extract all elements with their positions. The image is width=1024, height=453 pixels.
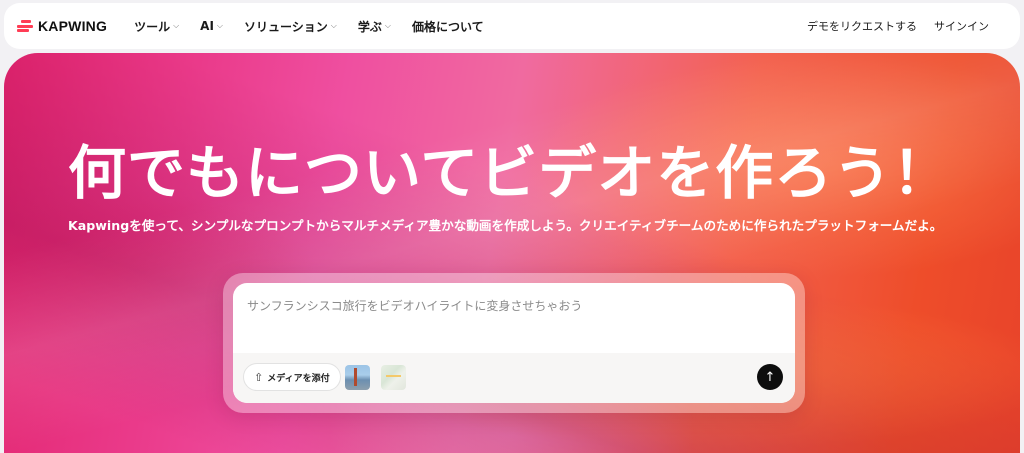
kapwing-logo[interactable]: KAPWING [17, 18, 107, 34]
nav-item-label: ツール [134, 19, 171, 34]
chevron-down-icon: ⌵ [216, 21, 223, 30]
kapwing-logo-icon [17, 20, 33, 32]
hero-headline: 何でもについてビデオを作ろう！ [68, 139, 952, 207]
prompt-card: ⇧ メディアを添付 ↑ [223, 273, 805, 413]
prompt-box: ⇧ メディアを添付 ↑ [233, 283, 795, 403]
nav-item-label: AI [200, 19, 214, 33]
attach-media-label: メディアを添付 [267, 373, 330, 384]
upload-icon: ⇧ [254, 370, 264, 384]
send-button[interactable]: ↑ [757, 364, 783, 390]
arrow-up-icon: ↑ [764, 369, 776, 385]
nav-item-solutions[interactable]: ソリューション ⌵ [244, 18, 337, 35]
logo-text: KAPWING [38, 18, 108, 34]
nav-item-learn[interactable]: 学ぶ ⌵ [358, 18, 391, 35]
nav-links: ツール ⌵ AI ⌵ ソリューション ⌵ 学ぶ ⌵ 価格について [134, 18, 505, 35]
media-thumbnail-bridge[interactable] [345, 365, 370, 390]
attach-media-button[interactable]: ⇧ メディアを添付 [243, 363, 341, 391]
nav-item-label: ソリューション [244, 19, 328, 34]
media-thumbnail-map[interactable] [381, 365, 406, 390]
nav-item-label: 学ぶ [357, 19, 382, 34]
nav-item-tools[interactable]: ツール ⌵ [134, 18, 179, 35]
chevron-down-icon: ⌵ [384, 21, 391, 30]
hero-subline: Kapwingを使って、シンプルなプロンプトからマルチメディア豊かな動画を作成し… [68, 218, 943, 233]
chevron-down-icon: ⌵ [173, 21, 180, 30]
top-navbar: KAPWING ツール ⌵ AI ⌵ ソリューション ⌵ 学ぶ ⌵ 価格について… [4, 3, 1020, 49]
nav-item-ai[interactable]: AI ⌵ [200, 19, 223, 33]
chevron-down-icon: ⌵ [330, 21, 337, 30]
nav-right: デモをリクエストする サインイン [790, 18, 989, 34]
hero-section: 何でもについてビデオを作ろう！ Kapwingを使って、シンプルなプロンプトから… [4, 53, 1020, 453]
prompt-toolbar: ⇧ メディアを添付 ↑ [233, 353, 795, 403]
sign-in-link[interactable]: サインイン [934, 18, 989, 34]
request-demo-link[interactable]: デモをリクエストする [807, 18, 917, 34]
prompt-input[interactable] [247, 299, 777, 313]
nav-item-label: 価格について [411, 19, 484, 34]
nav-item-pricing[interactable]: 価格について [412, 18, 484, 35]
